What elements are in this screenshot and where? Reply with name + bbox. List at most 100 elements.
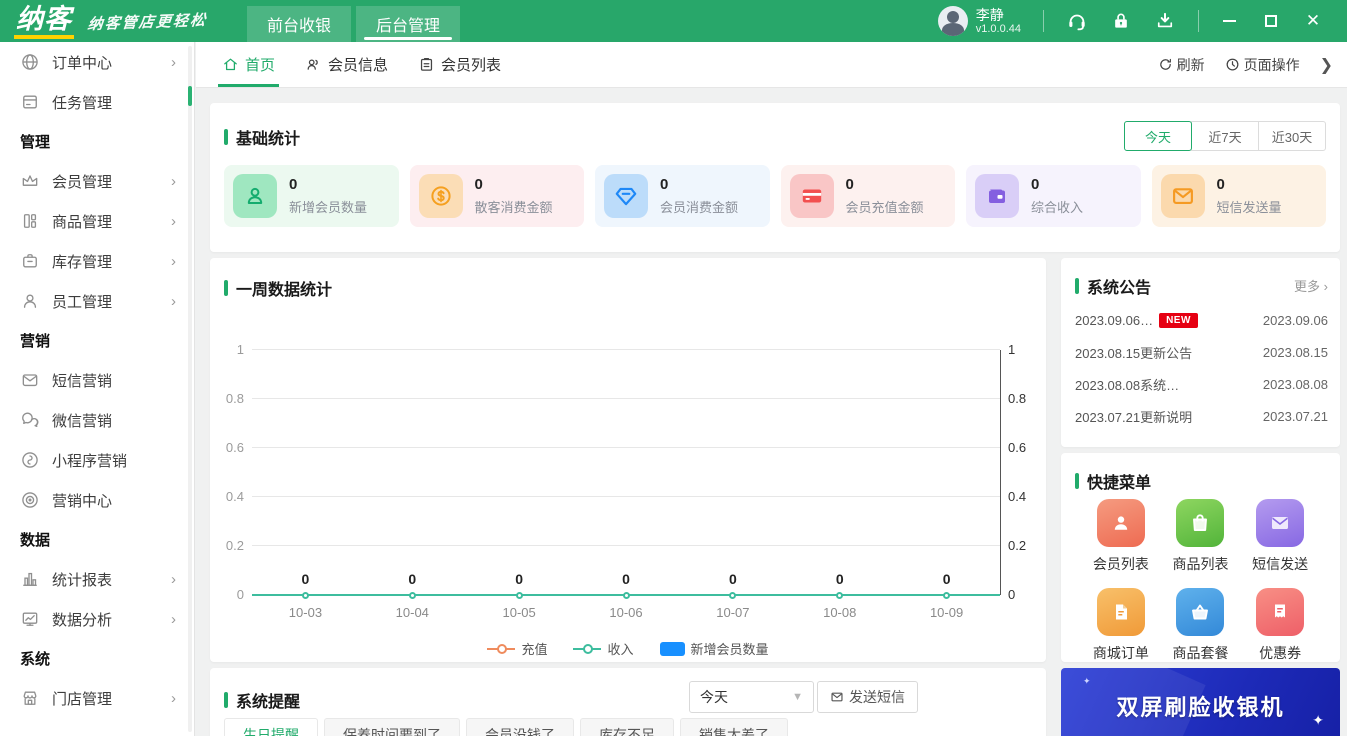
goods-icon <box>20 211 40 231</box>
page-tab-bar: 首页 会员信息 会员列表 刷新 页面操作 ❯ <box>196 42 1347 88</box>
customer-service-icon[interactable] <box>1066 10 1088 32</box>
stat-card-guest-spend[interactable]: 0 散客消费金额 <box>409 165 584 227</box>
quick-member-list[interactable]: 会员列表 <box>1081 499 1161 574</box>
send-sms-button[interactable]: 发送短信 <box>817 681 918 713</box>
quick-item-label: 优惠券 <box>1259 645 1302 661</box>
user-box[interactable]: 李静 v1.0.0.44 <box>937 6 1021 36</box>
announcements-title: 系统公告 <box>1075 274 1151 298</box>
sidebar-item-label: 库存管理 <box>52 253 113 271</box>
sidebar-item-label: 任务管理 <box>52 94 113 112</box>
reminder-date-select[interactable]: 今天 ▼ <box>689 681 814 713</box>
sidebar-item-store-management[interactable]: 门店管理 › <box>0 678 194 718</box>
stat-card-sms-sent[interactable]: 0 短信发送量 <box>1151 165 1326 227</box>
download-icon[interactable] <box>1154 10 1176 32</box>
sidebar-item-label: 微信营销 <box>52 412 113 430</box>
sidebar-item-wechat-marketing[interactable]: 微信营销 <box>0 400 194 440</box>
page-actions-button[interactable]: 页面操作 <box>1225 55 1300 75</box>
content-area: 基础统计 今天 近7天 近30天 0 新增会员数量 0 散客消费金额 0 会员消… <box>196 88 1347 736</box>
sidebar-item-marketing-center[interactable]: 营销中心 <box>0 480 194 520</box>
sidebar-item-sms-marketing[interactable]: 短信营销 <box>0 360 194 400</box>
reminder-tab-birthday[interactable]: 生日提醒 <box>224 718 318 736</box>
sidebar-item-order-center[interactable]: 订单中心 › <box>0 42 194 82</box>
tab-member-info[interactable]: 会员信息 <box>303 42 390 87</box>
stat-label: 短信发送量 <box>1216 200 1282 215</box>
legend-income[interactable]: 收入 <box>573 639 634 658</box>
refresh-label: 刷新 <box>1176 56 1205 73</box>
announcement-item[interactable]: 2023.08.08系统… 2023.08.08 <box>1075 368 1328 400</box>
banner-title: 双屏刷脸收银机 <box>1116 695 1285 720</box>
person-icon <box>233 174 277 218</box>
y-tick-left: 0.2 <box>225 538 244 553</box>
y-tick-right: 1 <box>1008 342 1016 357</box>
sidebar-item-statistics-report[interactable]: 统计报表 › <box>0 559 194 599</box>
chevron-right-icon: › <box>171 172 176 190</box>
y-tick-left: 0.8 <box>225 391 244 406</box>
announcement-item[interactable]: 2023.09.06… NEW 2023.09.06 <box>1075 304 1328 336</box>
stat-value: 0 <box>1216 176 1225 193</box>
minimize-button[interactable] <box>1221 13 1237 29</box>
nav-tab-frontdesk[interactable]: 前台收银 <box>247 6 352 42</box>
basket-icon <box>1176 588 1225 636</box>
quick-coupon[interactable]: 优惠券 <box>1240 588 1320 663</box>
nav-tab-backoffice[interactable]: 后台管理 <box>356 6 461 42</box>
sidebar-item-inventory-management[interactable]: 库存管理 › <box>0 241 194 281</box>
sidebar-item-task-management[interactable]: 任务管理 <box>0 82 194 122</box>
home-icon <box>224 58 237 71</box>
announcement-date: 2023.09.06 <box>1262 312 1328 328</box>
range-button-today[interactable]: 今天 <box>1124 121 1192 151</box>
bar-marker-icon <box>659 641 685 656</box>
stat-card-member-recharge[interactable]: 0 会员充值金额 <box>780 165 955 227</box>
reminder-tab-low-balance[interactable]: 会员没钱了 <box>466 718 574 736</box>
topbar-divider <box>1043 10 1044 32</box>
quick-sms-send[interactable]: 短信发送 <box>1240 499 1320 574</box>
quick-item-label: 商品套餐 <box>1172 645 1229 661</box>
range-button-7days[interactable]: 近7天 <box>1191 121 1259 151</box>
sidebar-item-miniprogram-marketing[interactable]: 小程序营销 <box>0 440 194 480</box>
sidebar-item-member-management[interactable]: 会员管理 › <box>0 161 194 201</box>
envelope-icon <box>1256 499 1305 547</box>
reminder-tab-maintenance[interactable]: 保养时间要到了 <box>324 718 460 736</box>
legend-recharge[interactable]: 充值 <box>487 639 547 658</box>
reminder-date-value: 今天 <box>700 689 728 705</box>
chevron-right-icon[interactable]: ❯ <box>1320 55 1335 75</box>
lock-icon[interactable] <box>1110 10 1132 32</box>
tab-member-list[interactable]: 会员列表 <box>416 42 503 87</box>
legend-new-members[interactable]: 新增会员数量 <box>659 639 769 658</box>
user-name: 李静 <box>975 7 1004 23</box>
reminder-tab-low-stock[interactable]: 库存不足 <box>580 718 674 736</box>
refresh-button[interactable]: 刷新 <box>1158 55 1205 75</box>
topbar-divider <box>1198 10 1199 32</box>
list-icon <box>420 58 433 71</box>
stat-card-total-income[interactable]: 0 综合收入 <box>966 165 1141 227</box>
sidebar-item-staff-management[interactable]: 员工管理 › <box>0 281 194 321</box>
announcement-item[interactable]: 2023.07.21更新说明 2023.07.21 <box>1075 400 1328 432</box>
promo-banner[interactable]: 双屏刷脸收银机 ✦ ✦ <box>1061 668 1340 736</box>
right-y-axis <box>1000 350 1001 595</box>
more-link[interactable]: 更多 › <box>1294 276 1328 295</box>
announcement-date: 2023.08.15 <box>1262 344 1328 360</box>
maximize-button[interactable] <box>1263 13 1279 29</box>
close-button[interactable]: ✕ <box>1305 12 1321 29</box>
tab-home[interactable]: 首页 <box>217 42 280 87</box>
stat-card-member-spend[interactable]: 0 会员消费金额 <box>595 165 770 227</box>
sidebar-scrollbar-thumb[interactable] <box>188 86 192 106</box>
stat-label: 会员消费金额 <box>660 200 739 215</box>
quick-product-package[interactable]: 商品套餐 <box>1161 588 1241 663</box>
quick-mall-orders[interactable]: 商城订单 <box>1081 588 1161 663</box>
date-range-group: 今天 近7天 近30天 <box>1124 121 1326 151</box>
range-button-30days[interactable]: 近30天 <box>1258 121 1326 151</box>
reminder-tab-low-sales[interactable]: 销售太差了 <box>680 718 788 736</box>
stat-card-new-members[interactable]: 0 新增会员数量 <box>224 165 399 227</box>
weekly-chart-title: 一周数据统计 <box>224 276 332 300</box>
announcement-item[interactable]: 2023.08.15更新公告 2023.08.15 <box>1075 336 1328 368</box>
sidebar-item-product-management[interactable]: 商品管理 › <box>0 201 194 241</box>
chevron-right-icon: › <box>171 689 176 707</box>
quick-item-label: 商品列表 <box>1172 556 1229 572</box>
sidebar-item-data-analysis[interactable]: 数据分析 › <box>0 599 194 639</box>
app-window: 纳客 纳客管店更轻松 前台收银 后台管理 李静 v1.0.0.44 ✕ 订单中心… <box>0 0 1347 736</box>
quick-product-list[interactable]: 商品列表 <box>1161 499 1241 574</box>
stat-value: 0 <box>289 176 298 193</box>
announcements-card: 系统公告 更多 › 2023.09.06… NEW 2023.09.06 2023… <box>1061 258 1340 447</box>
sidebar-scrollbar-track[interactable] <box>188 46 192 732</box>
y-tick-right: 0.6 <box>1008 440 1027 455</box>
